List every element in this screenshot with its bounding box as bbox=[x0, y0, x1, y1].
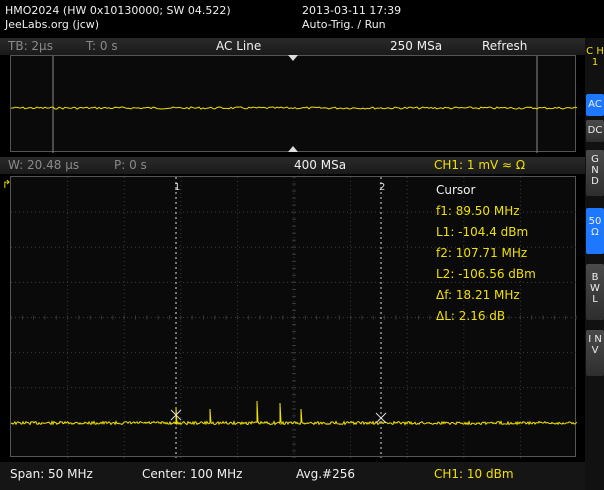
coupling-ac-button[interactable]: AC bbox=[586, 94, 604, 116]
top-status-bar: TB: 2µs T: 0 s AC Line 250 MSa Refresh bbox=[0, 38, 585, 55]
owner-line: JeeLabs.org (jcw) bbox=[5, 18, 100, 31]
spectrum-trace bbox=[10, 400, 578, 426]
cursor-delta-f: Δf: 18.21 MHz bbox=[436, 288, 520, 302]
refresh-label[interactable]: Refresh bbox=[482, 38, 527, 55]
trigger-marker-top-icon[interactable] bbox=[288, 55, 298, 61]
cursor-2-marker: 2 bbox=[379, 182, 385, 193]
channel-sidebar: C H 1 AC DC G N D 50 Ω B W L I N V bbox=[585, 38, 604, 490]
status-info: 2013-03-11 17:39 Auto-Trig. / Run bbox=[302, 4, 401, 32]
trigger-source-label[interactable]: AC Line bbox=[216, 38, 261, 55]
center-label[interactable]: Center: 100 MHz bbox=[142, 462, 242, 486]
zoom-trace bbox=[10, 106, 578, 110]
cursor-delta-l: ΔL: 2.16 dB bbox=[436, 309, 506, 323]
main-sample-rate-label: 400 MSa bbox=[294, 158, 347, 172]
trigger-time-label[interactable]: T: 0 s bbox=[86, 38, 118, 55]
device-info: HMO2024 (HW 0x10130000; SW 04.522) JeeLa… bbox=[5, 4, 231, 32]
cursor-f2: f2: 107.71 MHz bbox=[436, 246, 528, 260]
channel-1-label: C H 1 bbox=[586, 46, 604, 68]
coupling-gnd-button[interactable]: G N D bbox=[586, 150, 604, 196]
impedance-50-ohm-button[interactable]: 50 Ω bbox=[586, 208, 604, 254]
channel-ref-marker-icon[interactable]: ↱ bbox=[2, 178, 11, 191]
timebase-label[interactable]: TB: 2µs bbox=[8, 38, 53, 55]
mid-status-bar: W: 20.48 µs P: 0 s 400 MSa CH1: 1 mV ≈ Ω bbox=[0, 157, 585, 174]
sample-rate-label: 250 MSa bbox=[390, 39, 443, 53]
channel-ref-level-label[interactable]: CH1: 10 dBm bbox=[434, 462, 514, 486]
cursor-readout: Cursor f1: 89.50 MHz L1: -104.4 dBm f2: … bbox=[436, 180, 536, 327]
trigger-marker-bottom-icon[interactable] bbox=[288, 146, 298, 152]
span-label[interactable]: Span: 50 MHz bbox=[10, 462, 93, 486]
zoom-trace-svg bbox=[10, 56, 578, 153]
bandwidth-limit-button[interactable]: B W L bbox=[586, 264, 604, 320]
invert-button[interactable]: I N V bbox=[586, 330, 604, 376]
zoom-overview-panel[interactable] bbox=[10, 55, 578, 153]
datetime: 2013-03-11 17:39 bbox=[302, 4, 402, 17]
cursor-l2: L2: -106.56 dBm bbox=[436, 267, 536, 281]
bottom-status-bar: Span: 50 MHz Center: 100 MHz Avg.#256 CH… bbox=[0, 462, 585, 490]
window-label[interactable]: W: 20.48 µs bbox=[8, 157, 79, 174]
device-header: HMO2024 (HW 0x10130000; SW 04.522) JeeLa… bbox=[0, 0, 604, 38]
cursor-f1: f1: 89.50 MHz bbox=[436, 204, 520, 218]
coupling-dc-button[interactable]: DC bbox=[586, 120, 604, 142]
channel-scale-label[interactable]: CH1: 1 mV ≈ Ω bbox=[434, 157, 525, 174]
cursor-title: Cursor bbox=[436, 183, 476, 197]
position-label[interactable]: P: 0 s bbox=[114, 157, 147, 174]
run-mode: Auto-Trig. / Run bbox=[302, 18, 386, 31]
cursor-1-marker: 1 bbox=[174, 182, 180, 193]
device-line: HMO2024 (HW 0x10130000; SW 04.522) bbox=[5, 4, 231, 17]
averaging-label[interactable]: Avg.#256 bbox=[296, 462, 355, 486]
cursor-l1: L1: -104.4 dBm bbox=[436, 225, 529, 239]
